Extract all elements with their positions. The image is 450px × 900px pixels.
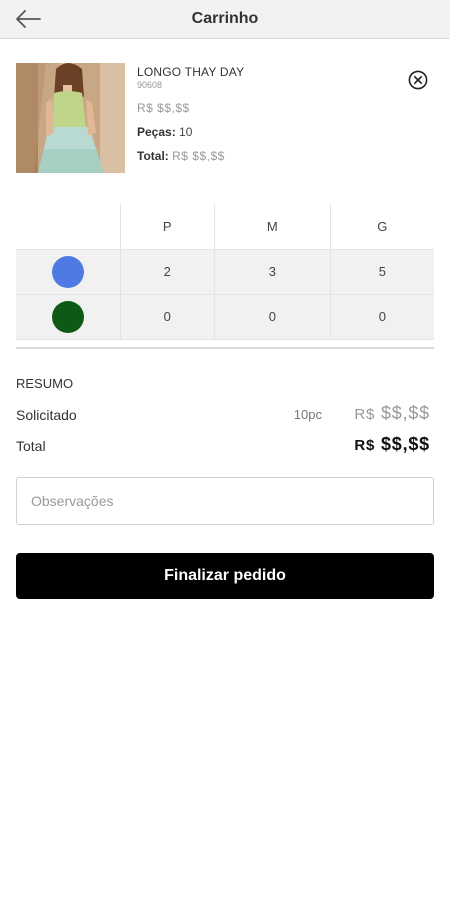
product-name: LONGO THAY DAY <box>137 65 245 79</box>
total-amount: $$,$$ <box>380 434 430 454</box>
requested-label: Solicitado <box>16 407 77 423</box>
requested-quantity: 10pc <box>293 407 322 422</box>
size-header: M <box>214 204 331 250</box>
observations-input[interactable] <box>16 477 434 525</box>
summary-requested-row: Solicitado 10pc R$ $$,$$ <box>16 403 434 427</box>
quantity-cell[interactable]: 3 <box>214 249 331 295</box>
total-label: Total <box>16 438 46 454</box>
product-code: 90608 <box>137 80 163 90</box>
summary-total-row: Total R$ $$,$$ <box>16 434 434 458</box>
color-swatch[interactable] <box>51 300 84 333</box>
product-photo <box>16 63 125 173</box>
product-total: Total: R$ $$,$$ <box>137 149 244 163</box>
summary-title: RESUMO <box>16 376 74 391</box>
color-cell <box>16 294 121 340</box>
total-value: R$ $$,$$ <box>354 434 430 455</box>
size-grid: P M G 2 3 5 0 0 0 <box>16 204 434 340</box>
product-pieces: Peças: 10 <box>137 125 244 139</box>
color-swatch[interactable] <box>51 255 84 288</box>
product-image[interactable] <box>16 63 125 173</box>
size-header: G <box>330 204 434 250</box>
requested-amount: $$,$$ <box>380 403 430 423</box>
quantity-cell[interactable]: 0 <box>214 294 331 340</box>
app-header: Carrinho <box>0 0 450 39</box>
color-cell <box>16 249 121 295</box>
remove-item-button[interactable] <box>408 70 428 90</box>
quantity-cell[interactable]: 0 <box>120 294 215 340</box>
finish-order-button[interactable]: Finalizar pedido <box>16 553 434 599</box>
grid-row: 2 3 5 <box>16 249 434 295</box>
size-header: P <box>120 204 215 250</box>
quantity-cell[interactable]: 0 <box>330 294 434 340</box>
close-circle-icon <box>408 70 428 90</box>
pieces-label: Peças: <box>137 125 176 139</box>
quantity-cell[interactable]: 2 <box>120 249 215 295</box>
pieces-value: 10 <box>179 125 193 139</box>
cart-item: LONGO THAY DAY 90608 R$ $$,$$ Peças: 10 … <box>16 63 434 175</box>
grid-row: 0 0 0 <box>16 294 434 340</box>
page-title: Carrinho <box>191 10 259 27</box>
product-total-value: R$ $$,$$ <box>172 149 225 163</box>
size-header-row: P M G <box>16 204 434 250</box>
product-total-label: Total: <box>137 149 169 163</box>
quantity-cell[interactable]: 5 <box>330 249 434 295</box>
product-price: R$ $$,$$ <box>137 101 190 115</box>
color-header-cell <box>16 204 121 250</box>
product-info: LONGO THAY DAY 90608 R$ $$,$$ Peças: 10 … <box>137 65 244 163</box>
divider <box>16 347 434 349</box>
total-currency: R$ <box>354 437 376 454</box>
requested-value: R$ $$,$$ <box>354 403 430 424</box>
requested-currency: R$ <box>354 406 376 423</box>
